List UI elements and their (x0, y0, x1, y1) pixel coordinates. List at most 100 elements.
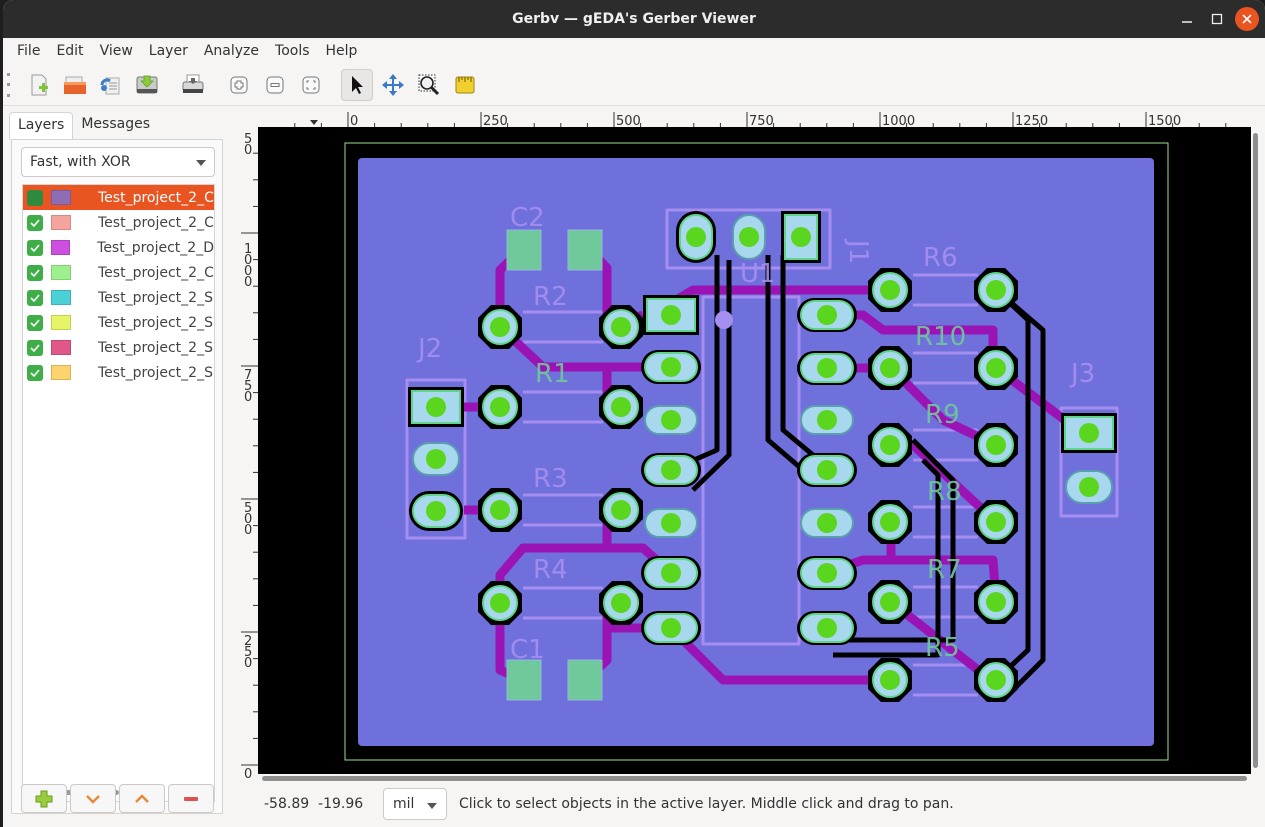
layer-row[interactable]: Test_project_2_C (23, 210, 214, 235)
tab-layers[interactable]: Layers (9, 112, 74, 140)
menu-edit[interactable]: Edit (48, 38, 91, 64)
layer-name: Test_project_2_S (98, 364, 213, 381)
remove-layer-button[interactable] (168, 784, 214, 813)
layer-row[interactable]: Test_project_2_C (23, 185, 214, 210)
window-title: Gerbv — gEDA's Gerber Viewer (512, 11, 756, 27)
ruler-label: 500 (616, 114, 641, 128)
drill-hole (661, 563, 681, 583)
layer-visibility-checkbox[interactable] (27, 339, 43, 356)
gerber-canvas[interactable]: C2 R2 J2 R1 R3 R4 C1 J1 U1 R6 R10 J3 R9 R8 R7 R5 (258, 127, 1251, 774)
layer-visibility-checkbox[interactable] (27, 289, 43, 306)
drill-hole (986, 358, 1006, 378)
drill-hole (426, 397, 446, 417)
zoom-fit-button[interactable] (295, 69, 327, 101)
ruler-label: 500 (244, 501, 252, 538)
component-designator: R6 (923, 243, 958, 273)
drill-hole (1079, 423, 1099, 443)
unit-select[interactable]: mil (383, 788, 447, 820)
move-down-icon (86, 794, 100, 804)
drill-hole (986, 435, 1006, 455)
check-icon (30, 293, 40, 302)
layer-color-swatch[interactable] (51, 340, 71, 355)
menu-help[interactable]: Help (318, 38, 366, 64)
zoom-tool-button[interactable] (413, 69, 445, 101)
layer-color-swatch[interactable] (51, 315, 71, 330)
layer-visibility-checkbox[interactable] (27, 189, 43, 206)
drill-hole (490, 593, 510, 613)
toolbar-grip[interactable] (7, 72, 11, 97)
layer-color-swatch[interactable] (51, 190, 71, 205)
minimize-icon[interactable] (1175, 7, 1199, 31)
ruler-label: 1500 (1148, 114, 1181, 128)
layer-row[interactable]: Test_project_2_S (23, 285, 214, 310)
menu-view[interactable]: View (92, 38, 141, 64)
close-icon[interactable] (1235, 7, 1259, 31)
layer-row[interactable]: Test_project_2_S (23, 310, 214, 335)
menu-layer[interactable]: Layer (141, 38, 196, 64)
menu-analyze[interactable]: Analyze (196, 38, 267, 64)
measure-tool-button[interactable] (449, 69, 481, 101)
horizontal-scrollbar[interactable] (262, 776, 1247, 781)
layer-row[interactable]: Test_project_2_S (23, 360, 214, 385)
drill-hole (817, 358, 837, 378)
tab-messages[interactable]: Messages (73, 112, 158, 140)
new-project-button[interactable] (23, 69, 55, 101)
add-layer-icon (35, 790, 53, 807)
ruler-label: 0 (244, 767, 252, 778)
smd-pad (506, 229, 542, 271)
layer-name: Test_project_2_S (98, 339, 213, 356)
zoom-out-button[interactable] (259, 69, 291, 101)
layer-row[interactable]: Test_project_2_D (23, 235, 214, 260)
ruler-label: 250 (244, 634, 252, 671)
pcb-render: C2 R2 J2 R1 R3 R4 C1 J1 U1 R6 R10 J3 R9 R8 R7 R5 (344, 142, 1169, 761)
maximize-icon[interactable] (1205, 7, 1229, 31)
move-layer-up-button[interactable] (119, 784, 165, 813)
drill-hole (661, 513, 681, 533)
zoom-in-icon (230, 76, 248, 93)
title-bar[interactable]: Gerbv — gEDA's Gerber Viewer (3, 0, 1265, 38)
layer-color-swatch[interactable] (51, 290, 71, 305)
menu-tools[interactable]: Tools (267, 38, 318, 64)
drill-hole (817, 305, 837, 325)
drill-hole (880, 670, 900, 690)
revert-button[interactable] (95, 69, 127, 101)
pan-tool-button[interactable] (377, 69, 409, 101)
move-layer-down-button[interactable] (70, 784, 116, 813)
layer-color-swatch[interactable] (50, 240, 71, 255)
check-icon (30, 368, 40, 377)
svg-text:0: 0 (244, 767, 252, 778)
layer-row[interactable]: Test_project_2_C (23, 260, 214, 285)
open-project-button[interactable] (59, 69, 91, 101)
check-icon (30, 218, 40, 227)
pan-icon (382, 73, 404, 96)
svg-text:0: 0 (244, 275, 252, 290)
vertical-scrollbar[interactable] (1253, 133, 1258, 768)
render-mode-select[interactable]: Fast, with XOR (21, 147, 215, 177)
layer-color-swatch[interactable] (51, 365, 71, 380)
toolbar (3, 64, 1265, 106)
menu-file[interactable]: File (9, 38, 48, 64)
svg-text:0: 0 (244, 390, 252, 405)
drill-hole (817, 410, 837, 430)
print-button[interactable] (177, 69, 209, 101)
layer-visibility-checkbox[interactable] (27, 214, 43, 231)
layer-name: Test_project_2_D (97, 239, 214, 256)
drill-hole (880, 592, 900, 612)
check-icon (30, 243, 40, 252)
layer-visibility-checkbox[interactable] (27, 314, 43, 331)
add-layer-button[interactable] (21, 784, 67, 813)
component-designator: R7 (927, 555, 962, 585)
layer-color-swatch[interactable] (51, 265, 71, 280)
layer-visibility-checkbox[interactable] (27, 264, 43, 281)
layer-color-swatch[interactable] (51, 215, 71, 230)
save-button[interactable] (131, 69, 163, 101)
zoom-in-button[interactable] (223, 69, 255, 101)
drill-hole (426, 501, 446, 521)
pointer-tool-button[interactable] (341, 68, 373, 101)
chevron-down-icon (427, 803, 437, 809)
layer-visibility-checkbox[interactable] (27, 364, 43, 381)
layer-visibility-checkbox[interactable] (27, 239, 43, 256)
drill-hole (986, 670, 1006, 690)
layer-row[interactable]: Test_project_2_S (23, 335, 214, 360)
drill-hole (611, 397, 631, 417)
